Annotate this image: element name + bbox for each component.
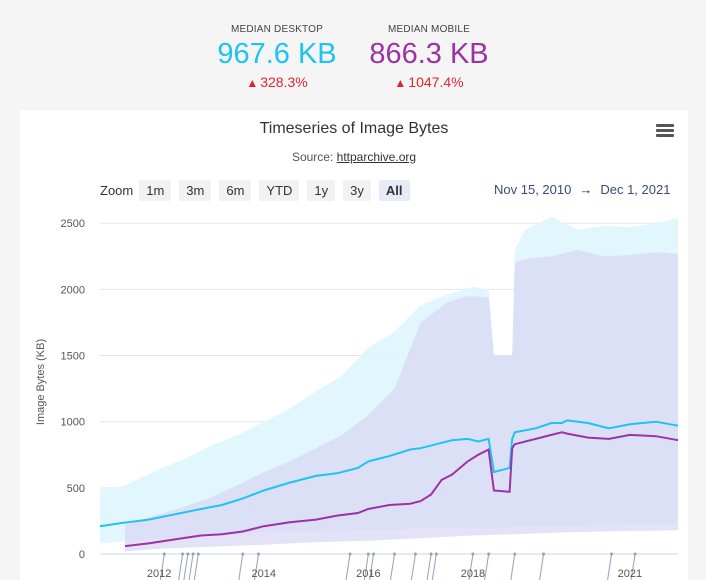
y-tick-label: 1000 bbox=[61, 417, 85, 429]
y-tick-label: 1500 bbox=[61, 351, 85, 363]
event-flag-line bbox=[188, 553, 194, 580]
event-flag-marker bbox=[434, 552, 438, 556]
event-flag-marker bbox=[366, 552, 370, 556]
event-flag-line bbox=[607, 553, 613, 580]
event-flag-marker bbox=[241, 552, 245, 556]
event-flag-line bbox=[238, 553, 244, 580]
event-flag-line bbox=[510, 553, 516, 580]
y-tick-label: 2000 bbox=[61, 284, 85, 296]
event-flag-line bbox=[410, 553, 416, 580]
event-flag-marker bbox=[348, 552, 352, 556]
event-flag-marker bbox=[633, 552, 637, 556]
event-flag-marker bbox=[413, 552, 417, 556]
triangle-up-icon: ▲ bbox=[246, 76, 259, 90]
triangle-up-icon: ▲ bbox=[394, 76, 407, 90]
event-flag-marker bbox=[392, 552, 396, 556]
event-flag-marker bbox=[429, 552, 433, 556]
event-flag-line bbox=[345, 553, 351, 580]
event-flag-marker bbox=[196, 552, 200, 556]
event-flag-marker bbox=[513, 552, 517, 556]
x-tick-label: 2018 bbox=[461, 568, 485, 580]
median-mobile-change-value: 1047.4% bbox=[408, 74, 464, 90]
median-desktop-metric: MEDIAN DESKTOP 967.6 KB ▲ 328.3% bbox=[192, 24, 362, 90]
event-flag-marker bbox=[162, 552, 166, 556]
median-mobile-label: MEDIAN MOBILE bbox=[387, 24, 471, 35]
summary-panel: MEDIAN DESKTOP 967.6 KB ▲ 328.3% MEDIAN M… bbox=[0, 0, 706, 110]
median-mobile-metric: MEDIAN MOBILE 866.3 KB ▲ 1047.4% bbox=[344, 24, 514, 90]
x-tick-label: 2014 bbox=[251, 568, 275, 580]
event-flag-line bbox=[484, 553, 490, 580]
y-tick-label: 2500 bbox=[61, 218, 85, 230]
median-desktop-label: MEDIAN DESKTOP bbox=[230, 24, 324, 35]
median-desktop-value: 967.6 KB bbox=[217, 38, 337, 70]
event-flag-marker bbox=[542, 552, 546, 556]
event-flag-marker bbox=[471, 552, 475, 556]
event-flag-marker bbox=[256, 552, 260, 556]
mobile-range-band bbox=[125, 249, 679, 552]
x-tick-label: 2012 bbox=[147, 568, 171, 580]
event-flag-line bbox=[431, 553, 437, 580]
y-tick-label: 500 bbox=[67, 483, 85, 495]
median-mobile-value: 866.3 KB bbox=[369, 38, 489, 70]
chart-card: Timeseries of Image Bytes Source: httpar… bbox=[20, 110, 688, 580]
event-flag-marker bbox=[372, 552, 376, 556]
event-flag-line bbox=[193, 553, 199, 580]
x-tick-label: 2021 bbox=[618, 568, 642, 580]
event-flag-marker bbox=[610, 552, 614, 556]
y-axis-label: Image Bytes (KB) bbox=[35, 339, 47, 425]
event-flag-line bbox=[183, 553, 189, 580]
median-desktop-change-value: 328.3% bbox=[260, 74, 308, 90]
event-flag-line bbox=[426, 553, 432, 580]
event-flag-line bbox=[539, 553, 545, 580]
y-tick-label: 0 bbox=[79, 549, 85, 561]
event-flag-marker bbox=[191, 552, 195, 556]
event-flag-line bbox=[389, 553, 395, 580]
event-flag-line bbox=[178, 553, 184, 580]
event-flag-marker bbox=[181, 552, 185, 556]
event-flag-marker bbox=[487, 552, 491, 556]
x-tick-label: 2016 bbox=[356, 568, 380, 580]
median-desktop-change: ▲ 328.3% bbox=[192, 74, 362, 90]
median-mobile-change: ▲ 1047.4% bbox=[344, 74, 514, 90]
event-flag-marker bbox=[186, 552, 190, 556]
timeseries-chart[interactable]: 0 500 1000 1500 2000 2500 Image Bytes (KB) 2012… bbox=[20, 110, 688, 580]
